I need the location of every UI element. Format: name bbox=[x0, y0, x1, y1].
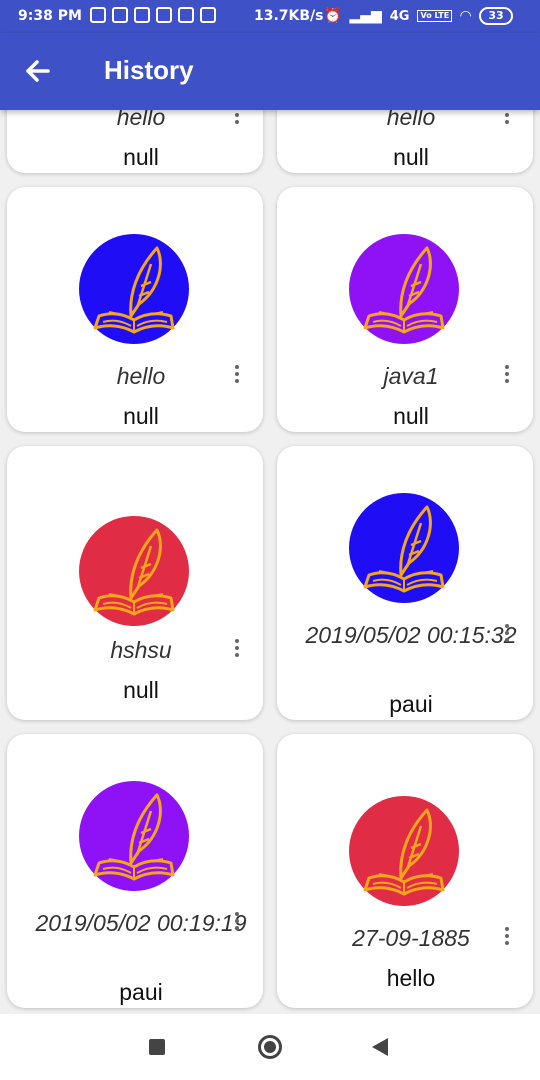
card-subtitle: null bbox=[123, 144, 159, 170]
recents-square-icon[interactable] bbox=[149, 1039, 165, 1055]
more-options-icon[interactable] bbox=[227, 362, 247, 392]
quill-book-icon bbox=[93, 528, 175, 616]
more-options-icon[interactable] bbox=[227, 909, 247, 939]
quill-book-icon bbox=[93, 246, 175, 334]
avatar bbox=[349, 234, 459, 344]
card-subtitle: paui bbox=[389, 691, 433, 717]
missed-call-icon bbox=[134, 7, 150, 23]
status-time: 9:38 PM bbox=[18, 8, 82, 24]
avatar bbox=[79, 234, 189, 344]
card-subtitle: null bbox=[393, 403, 429, 429]
home-circle-icon[interactable] bbox=[258, 1035, 282, 1059]
more-options-icon[interactable] bbox=[497, 110, 517, 133]
history-card[interactable]: hello null bbox=[7, 187, 263, 432]
page-title: History bbox=[104, 55, 194, 85]
keyboard-icon bbox=[90, 7, 106, 23]
history-card[interactable]: java1 null bbox=[277, 187, 533, 432]
arrow-left-icon bbox=[26, 60, 50, 82]
history-card[interactable]: hello null bbox=[277, 110, 533, 173]
card-subtitle: hello bbox=[386, 965, 436, 991]
more-options-icon[interactable] bbox=[227, 110, 247, 133]
card-subtitle: paui bbox=[119, 979, 163, 1005]
history-card[interactable]: hshsu null bbox=[7, 446, 263, 720]
more-options-icon[interactable] bbox=[497, 621, 517, 651]
more-options-icon[interactable] bbox=[497, 924, 517, 954]
phone-icon bbox=[178, 7, 194, 23]
avatar bbox=[349, 796, 459, 906]
notification-icons bbox=[90, 7, 216, 23]
status-bar: 9:38 PM 13.7KB/s ⏰ ▂▄▆ 4G Vo LTE ◠ 33 bbox=[0, 0, 540, 33]
quill-book-icon bbox=[363, 808, 445, 896]
quill-book-icon bbox=[363, 505, 445, 593]
history-card[interactable]: 27-09-1885 hello bbox=[277, 734, 533, 1008]
alarm-icon: ⏰ bbox=[324, 8, 342, 24]
cloud-icon bbox=[200, 7, 216, 23]
hammer-icon bbox=[156, 7, 172, 23]
quill-book-icon bbox=[363, 246, 445, 334]
card-subtitle: null bbox=[123, 403, 159, 429]
navigation-bar bbox=[0, 1014, 540, 1080]
signal-icon: ▂▄▆ bbox=[349, 8, 382, 24]
system-icons: ⏰ ▂▄▆ 4G Vo LTE ◠ 33 bbox=[324, 7, 513, 25]
avatar bbox=[349, 493, 459, 603]
card-title: 2019/05/02 00:15:32 bbox=[305, 622, 517, 648]
volte-badge: Vo LTE bbox=[417, 10, 453, 22]
battery-icon: 33 bbox=[478, 7, 513, 25]
wifi-icon: ◠ bbox=[460, 8, 471, 24]
avatar bbox=[79, 781, 189, 891]
back-triangle-icon[interactable] bbox=[372, 1038, 388, 1056]
back-button[interactable] bbox=[18, 51, 58, 91]
card-title: 2019/05/02 00:19:19 bbox=[35, 910, 247, 936]
history-card[interactable]: 2019/05/02 00:19:19 paui bbox=[7, 734, 263, 1008]
more-options-icon[interactable] bbox=[227, 636, 247, 666]
quill-book-icon bbox=[93, 793, 175, 881]
history-card[interactable]: hello null bbox=[7, 110, 263, 173]
more-options-icon[interactable] bbox=[497, 362, 517, 392]
card-subtitle: null bbox=[393, 144, 429, 170]
history-card[interactable]: 2019/05/02 00:15:32 paui bbox=[277, 446, 533, 720]
history-grid[interactable]: hello null hello null hello null java1 n… bbox=[0, 110, 540, 1014]
network-type: 4G bbox=[389, 8, 410, 24]
network-speed: 13.7KB/s bbox=[254, 8, 324, 24]
app-bar: History bbox=[0, 33, 540, 110]
message-icon bbox=[112, 7, 128, 23]
card-subtitle: null bbox=[123, 677, 159, 703]
avatar bbox=[79, 516, 189, 626]
